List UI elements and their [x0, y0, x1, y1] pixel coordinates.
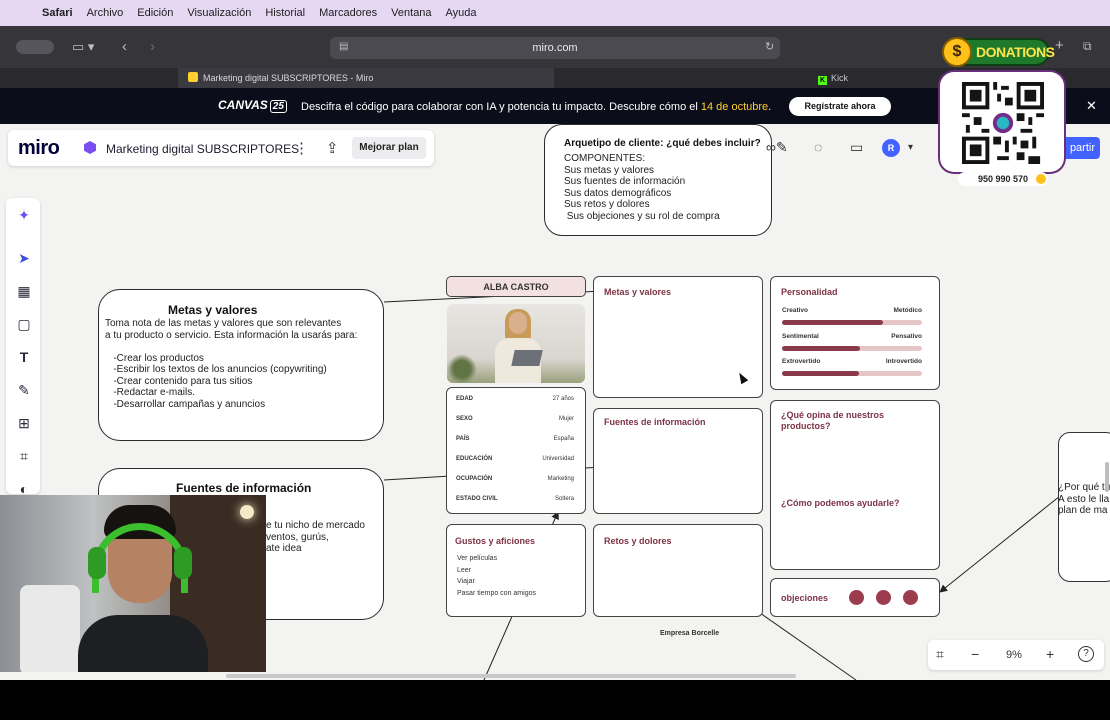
trait-creativo-bar [782, 320, 922, 325]
info-educacion-key: EDUCACIÓN [456, 456, 493, 462]
fit-screen-icon[interactable]: ⌗ [936, 646, 944, 663]
trait-sentimental: Sentimental Pensativo [782, 333, 922, 351]
objeciones-title: objeciones [781, 593, 829, 603]
trait-extrovertido: Extrovertido Introvertido [782, 358, 922, 376]
fuentes-card-title: Fuentes de información [604, 417, 706, 427]
plant-shape [447, 354, 477, 383]
objecion-dot-3[interactable] [903, 590, 918, 605]
connector-retos[interactable] [749, 605, 857, 681]
trait-extrovertido-left: Extrovertido [782, 358, 821, 365]
personalidad-title: Personalidad [781, 287, 838, 297]
metas-note-body: Toma nota de las metas y valores que son… [105, 318, 358, 410]
cam-body-shape [78, 615, 208, 672]
qr-code-icon [962, 82, 1044, 164]
cam-lamp-shape [240, 505, 254, 519]
info-estado-key: ESTADO CIVIL [456, 496, 498, 502]
fuentes-note-body: e tu nicho de mercado ventos, gurús, ate… [266, 520, 365, 554]
info-pais-value: España [553, 436, 574, 442]
objecion-dot-1[interactable] [849, 590, 864, 605]
reactions-icon[interactable]: ∞✎ [766, 139, 788, 156]
persona-name[interactable]: ALBA CASTRO [446, 276, 586, 297]
trait-sentimental-bar [782, 346, 922, 351]
text-tool-icon[interactable]: T [15, 348, 33, 366]
pen-tool-icon[interactable]: ✎ [15, 381, 33, 399]
info-ocupacion-value: Marketing [547, 476, 574, 482]
donations-label: DONATIONS [976, 44, 1055, 60]
vertical-scrollbar[interactable] [1105, 462, 1109, 492]
info-row-pais: PAÍS España [456, 436, 574, 442]
gustos-list: Ver películas Leer Viajar Pasar tiempo c… [457, 555, 536, 597]
trait-sentimental-fill [782, 346, 861, 351]
arquetipo-body: COMPONENTES: Sus metas y valores Sus fue… [564, 153, 720, 222]
cam-chair-shape [20, 585, 80, 672]
chevron-down-icon[interactable]: ▾ [908, 142, 913, 153]
export-icon[interactable]: ⇪ [326, 139, 339, 157]
connector-objeciones[interactable] [939, 495, 1061, 593]
info-row-sexo: SEXO Mujer [456, 416, 574, 422]
metas-card-title: Metas y valores [604, 287, 672, 297]
shapes-icon[interactable]: ⊞ [15, 414, 33, 432]
trait-sentimental-left: Sentimental [782, 333, 819, 340]
right-note-body: ¿Por qué tu A esto le lla plan de ma [1058, 482, 1110, 516]
bottom-bar [0, 680, 1110, 720]
horizontal-scrollbar[interactable] [226, 674, 796, 678]
empresa-label: Empresa Borcelle [660, 630, 720, 637]
zoom-level[interactable]: 9% [1006, 649, 1022, 661]
sticky-note-icon[interactable]: ▢ [15, 315, 33, 333]
info-edad-value: 27 años [552, 396, 574, 402]
retos-title: Retos y dolores [604, 536, 672, 546]
chat-icon[interactable]: ◌ [814, 139, 822, 155]
zoom-out-icon[interactable]: − [971, 646, 979, 662]
info-row-ocupacion: OCUPACIÓN Marketing [456, 476, 574, 482]
laptop-shape [511, 350, 543, 366]
fuentes-note-title: Fuentes de información [176, 481, 312, 495]
trait-creativo-left: Creativo [782, 307, 809, 314]
objecion-dot-2[interactable] [876, 590, 891, 605]
headset-left-ear-shape [88, 547, 106, 579]
info-row-estado-civil: ESTADO CIVIL Soltera [456, 496, 574, 502]
select-tool-icon[interactable]: ➤ [15, 249, 33, 267]
webcam-overlay [0, 495, 266, 672]
yape-coin-icon [1036, 174, 1046, 184]
video-icon[interactable]: ▭ [850, 139, 863, 156]
zoom-in-icon[interactable]: + [1046, 646, 1054, 662]
ayudarle-title: ¿Cómo podemos ayudarle? [781, 498, 900, 508]
info-estado-value: Soltera [554, 496, 574, 502]
upgrade-plan-button[interactable]: Mejorar plan [352, 137, 426, 159]
trait-extrovertido-bar [782, 371, 922, 376]
trait-creativo: Creativo Metódico [782, 307, 922, 325]
arquetipo-title: Arquetipo de cliente: ¿qué debes incluir… [564, 138, 761, 149]
info-educacion-value: Universidad [542, 456, 574, 462]
trait-creativo-right: Metódico [893, 307, 922, 314]
templates-icon[interactable]: ▦ [15, 282, 33, 300]
ai-sparkle-icon[interactable]: ✦ [15, 206, 33, 224]
board-name[interactable]: Marketing digital SUBSCRIPTORES [106, 142, 299, 156]
user-avatar[interactable]: R [882, 139, 900, 157]
headset-right-ear-shape [174, 547, 192, 579]
info-row-edad: EDAD 27 años [456, 396, 574, 402]
trait-creativo-fill [782, 320, 883, 325]
dollar-coin-icon: $ [942, 37, 972, 67]
frame-tool-icon[interactable]: ⌗ [15, 447, 33, 465]
trait-extrovertido-right: Introvertido [885, 358, 922, 365]
gustos-title: Gustos y aficiones [455, 536, 536, 546]
trait-extrovertido-fill [782, 371, 859, 376]
opina-title: ¿Qué opina de nuestros productos? [781, 410, 885, 431]
donation-phone: 950 990 570 [958, 172, 1048, 186]
info-sexo-value: Mujer [558, 416, 574, 422]
miro-logo[interactable]: miro [18, 137, 60, 160]
metas-note-title: Metas y valores [168, 303, 258, 317]
persona-photo[interactable] [447, 304, 585, 383]
info-pais-key: PAÍS [456, 436, 470, 442]
info-row-educacion: EDUCACIÓN Universidad [456, 456, 574, 462]
info-edad-key: EDAD [456, 396, 474, 402]
info-sexo-key: SEXO [456, 416, 473, 422]
help-icon[interactable]: ? [1078, 646, 1094, 662]
persona-info-card[interactable] [446, 387, 586, 514]
info-ocupacion-key: OCUPACIÓN [456, 476, 493, 482]
more-options-icon[interactable]: ⋮ [294, 139, 309, 157]
person-head-shape [509, 312, 527, 334]
trait-sentimental-right: Pensativo [891, 333, 922, 340]
